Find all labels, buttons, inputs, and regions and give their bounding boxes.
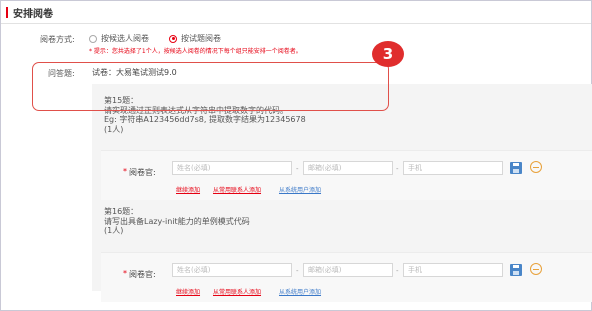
radio-circle-icon bbox=[89, 34, 97, 43]
required-mark: * bbox=[123, 269, 127, 278]
dash: - bbox=[296, 165, 299, 173]
question-line: Eg: 字符串A123456dd7s8, 提取数字结果为12345678 bbox=[104, 115, 306, 124]
question-count: (1人) bbox=[104, 124, 124, 134]
reviewer-row: * 阅卷官: 姓名(必填) - 邮箱(必填) - 手机 继续添加 从常用联系人添… bbox=[101, 252, 592, 302]
radio-label: 按试题阅卷 bbox=[181, 34, 221, 43]
divider bbox=[1, 23, 591, 24]
continue-add-link[interactable]: 继续添加 bbox=[176, 287, 200, 296]
name-input[interactable]: 姓名(必填) bbox=[172, 263, 292, 277]
step-badge: 3 bbox=[372, 41, 404, 67]
dash: - bbox=[396, 165, 399, 173]
radio-selected-icon bbox=[169, 34, 177, 43]
radio-by-candidate[interactable]: 按候选人阅卷 bbox=[89, 33, 149, 44]
question-line: 请写出具备Lazy-init能力的单例模式代码 bbox=[104, 216, 250, 226]
question-count: (1人) bbox=[104, 226, 124, 235]
required-mark: * bbox=[123, 167, 127, 176]
question-block: 第16题： 请写出具备Lazy-init能力的单例模式代码 (1人) bbox=[104, 207, 250, 236]
reviewer-label: 阅卷官: bbox=[129, 168, 156, 177]
remove-icon[interactable] bbox=[530, 161, 542, 173]
add-from-system-link[interactable]: 从系统用户添加 bbox=[279, 185, 321, 194]
continue-add-link[interactable]: 继续添加 bbox=[176, 185, 200, 194]
accent-bar bbox=[6, 6, 8, 18]
email-input[interactable]: 邮箱(必填) bbox=[303, 263, 393, 277]
reviewer-label: 阅卷官: bbox=[129, 270, 156, 279]
method-label: 阅卷方式: bbox=[40, 35, 75, 44]
name-input[interactable]: 姓名(必填) bbox=[172, 161, 292, 175]
add-from-contacts-link[interactable]: 从常用联系人添加 bbox=[213, 185, 261, 194]
phone-input[interactable]: 手机 bbox=[403, 263, 503, 277]
highlight-callout bbox=[32, 62, 389, 111]
page-title: 安排阅卷 bbox=[13, 8, 53, 20]
reviewer-row: * 阅卷官: 姓名(必填) - 邮箱(必填) - 手机 继续添加 从常用联系人添… bbox=[101, 150, 592, 200]
email-input[interactable]: 邮箱(必填) bbox=[303, 161, 393, 175]
add-from-contacts-link[interactable]: 从常用联系人添加 bbox=[213, 287, 261, 296]
radio-by-question[interactable]: 按试题阅卷 bbox=[169, 33, 221, 44]
save-icon[interactable] bbox=[510, 162, 522, 174]
save-icon[interactable] bbox=[510, 264, 522, 276]
dash: - bbox=[396, 267, 399, 275]
remove-icon[interactable] bbox=[530, 263, 542, 275]
method-hint: * 提示：您共选择了1个人，按候选人阅卷的情况下每个组只能安排一个阅卷者。 bbox=[89, 48, 302, 55]
dash: - bbox=[296, 267, 299, 275]
radio-label: 按候选人阅卷 bbox=[101, 34, 149, 43]
add-from-system-link[interactable]: 从系统用户添加 bbox=[279, 287, 321, 296]
phone-input[interactable]: 手机 bbox=[403, 161, 503, 175]
question-title: 第16题： bbox=[104, 207, 139, 216]
section-header: 安排阅卷 bbox=[6, 6, 53, 20]
